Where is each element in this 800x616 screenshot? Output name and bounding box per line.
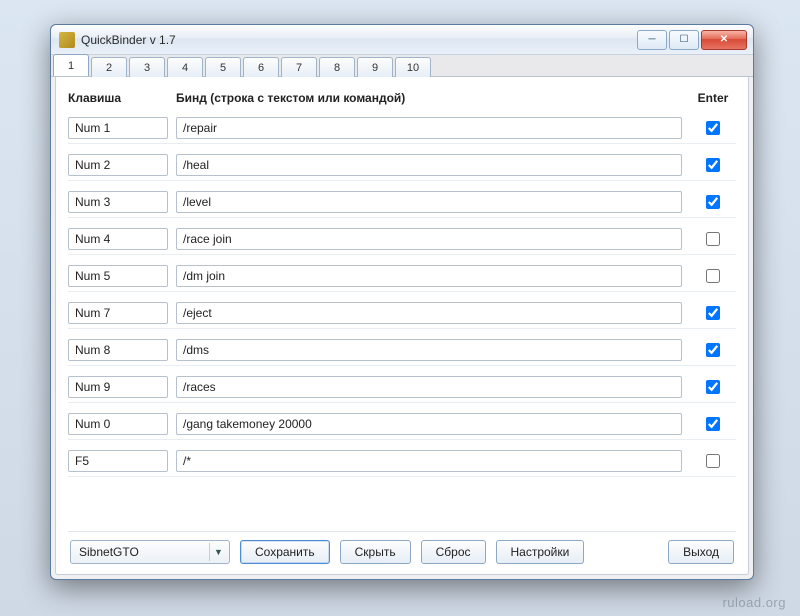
tab-8[interactable]: 8 bbox=[319, 57, 355, 77]
bind-row bbox=[68, 113, 736, 144]
key-input[interactable] bbox=[68, 413, 168, 435]
bind-row bbox=[68, 335, 736, 366]
bind-input[interactable] bbox=[176, 228, 682, 250]
profile-select-value: SibnetGTO bbox=[79, 545, 139, 559]
app-window: QuickBinder v 1.7 ─ ☐ ✕ 12345678910 Клав… bbox=[50, 24, 754, 580]
key-input[interactable] bbox=[68, 228, 168, 250]
enter-cell bbox=[690, 232, 736, 246]
enter-cell bbox=[690, 343, 736, 357]
bind-input[interactable] bbox=[176, 265, 682, 287]
minimize-icon: ─ bbox=[648, 34, 655, 45]
maximize-button[interactable]: ☐ bbox=[669, 30, 699, 50]
enter-checkbox[interactable] bbox=[706, 380, 720, 394]
tab-5[interactable]: 5 bbox=[205, 57, 241, 77]
bind-input[interactable] bbox=[176, 154, 682, 176]
watermark: ruload.org bbox=[722, 595, 786, 610]
enter-cell bbox=[690, 380, 736, 394]
key-input[interactable] bbox=[68, 450, 168, 472]
enter-checkbox[interactable] bbox=[706, 121, 720, 135]
profile-select[interactable]: SibnetGTO ▼ bbox=[70, 540, 230, 564]
enter-checkbox[interactable] bbox=[706, 343, 720, 357]
bind-row bbox=[68, 372, 736, 403]
rows-container bbox=[68, 113, 736, 525]
tabs-strip: 12345678910 bbox=[51, 55, 753, 77]
tab-9[interactable]: 9 bbox=[357, 57, 393, 77]
enter-cell bbox=[690, 306, 736, 320]
enter-cell bbox=[690, 454, 736, 468]
settings-button[interactable]: Настройки bbox=[496, 540, 585, 564]
bind-input[interactable] bbox=[176, 339, 682, 361]
maximize-icon: ☐ bbox=[680, 34, 689, 45]
hide-button[interactable]: Скрыть bbox=[340, 540, 411, 564]
enter-cell bbox=[690, 158, 736, 172]
bottom-bar: SibnetGTO ▼ Сохранить Скрыть Сброс Настр… bbox=[68, 531, 736, 564]
enter-checkbox[interactable] bbox=[706, 158, 720, 172]
bind-row bbox=[68, 409, 736, 440]
bind-input[interactable] bbox=[176, 376, 682, 398]
bind-row bbox=[68, 298, 736, 329]
titlebar: QuickBinder v 1.7 ─ ☐ ✕ bbox=[51, 25, 753, 55]
enter-cell bbox=[690, 417, 736, 431]
tab-10[interactable]: 10 bbox=[395, 57, 431, 77]
close-button[interactable]: ✕ bbox=[701, 30, 747, 50]
bind-row bbox=[68, 187, 736, 218]
key-input[interactable] bbox=[68, 154, 168, 176]
columns-header: Клавиша Бинд (строка с текстом или коман… bbox=[68, 87, 736, 113]
exit-button[interactable]: Выход bbox=[668, 540, 734, 564]
bind-input[interactable] bbox=[176, 450, 682, 472]
bind-input[interactable] bbox=[176, 413, 682, 435]
enter-checkbox[interactable] bbox=[706, 454, 720, 468]
bind-row bbox=[68, 261, 736, 292]
tab-panel: Клавиша Бинд (строка с текстом или коман… bbox=[55, 77, 749, 575]
save-button[interactable]: Сохранить bbox=[240, 540, 330, 564]
tab-7[interactable]: 7 bbox=[281, 57, 317, 77]
close-icon: ✕ bbox=[720, 34, 728, 45]
enter-cell bbox=[690, 121, 736, 135]
header-bind: Бинд (строка с текстом или командой) bbox=[176, 91, 682, 105]
minimize-button[interactable]: ─ bbox=[637, 30, 667, 50]
enter-checkbox[interactable] bbox=[706, 306, 720, 320]
key-input[interactable] bbox=[68, 339, 168, 361]
tab-1[interactable]: 1 bbox=[53, 54, 89, 76]
window-title: QuickBinder v 1.7 bbox=[81, 33, 176, 47]
bind-input[interactable] bbox=[176, 191, 682, 213]
chevron-down-icon: ▼ bbox=[209, 543, 227, 561]
key-input[interactable] bbox=[68, 117, 168, 139]
bind-row bbox=[68, 446, 736, 477]
key-input[interactable] bbox=[68, 376, 168, 398]
header-key: Клавиша bbox=[68, 91, 168, 105]
bind-input[interactable] bbox=[176, 117, 682, 139]
bind-row bbox=[68, 224, 736, 255]
tab-2[interactable]: 2 bbox=[91, 57, 127, 77]
enter-checkbox[interactable] bbox=[706, 417, 720, 431]
key-input[interactable] bbox=[68, 302, 168, 324]
key-input[interactable] bbox=[68, 265, 168, 287]
tab-6[interactable]: 6 bbox=[243, 57, 279, 77]
reset-button[interactable]: Сброс bbox=[421, 540, 486, 564]
window-controls: ─ ☐ ✕ bbox=[635, 30, 747, 50]
tab-3[interactable]: 3 bbox=[129, 57, 165, 77]
bind-row bbox=[68, 150, 736, 181]
enter-checkbox[interactable] bbox=[706, 195, 720, 209]
enter-cell bbox=[690, 269, 736, 283]
enter-cell bbox=[690, 195, 736, 209]
header-enter: Enter bbox=[690, 91, 736, 105]
tab-4[interactable]: 4 bbox=[167, 57, 203, 77]
app-icon bbox=[59, 32, 75, 48]
enter-checkbox[interactable] bbox=[706, 269, 720, 283]
bind-input[interactable] bbox=[176, 302, 682, 324]
enter-checkbox[interactable] bbox=[706, 232, 720, 246]
key-input[interactable] bbox=[68, 191, 168, 213]
